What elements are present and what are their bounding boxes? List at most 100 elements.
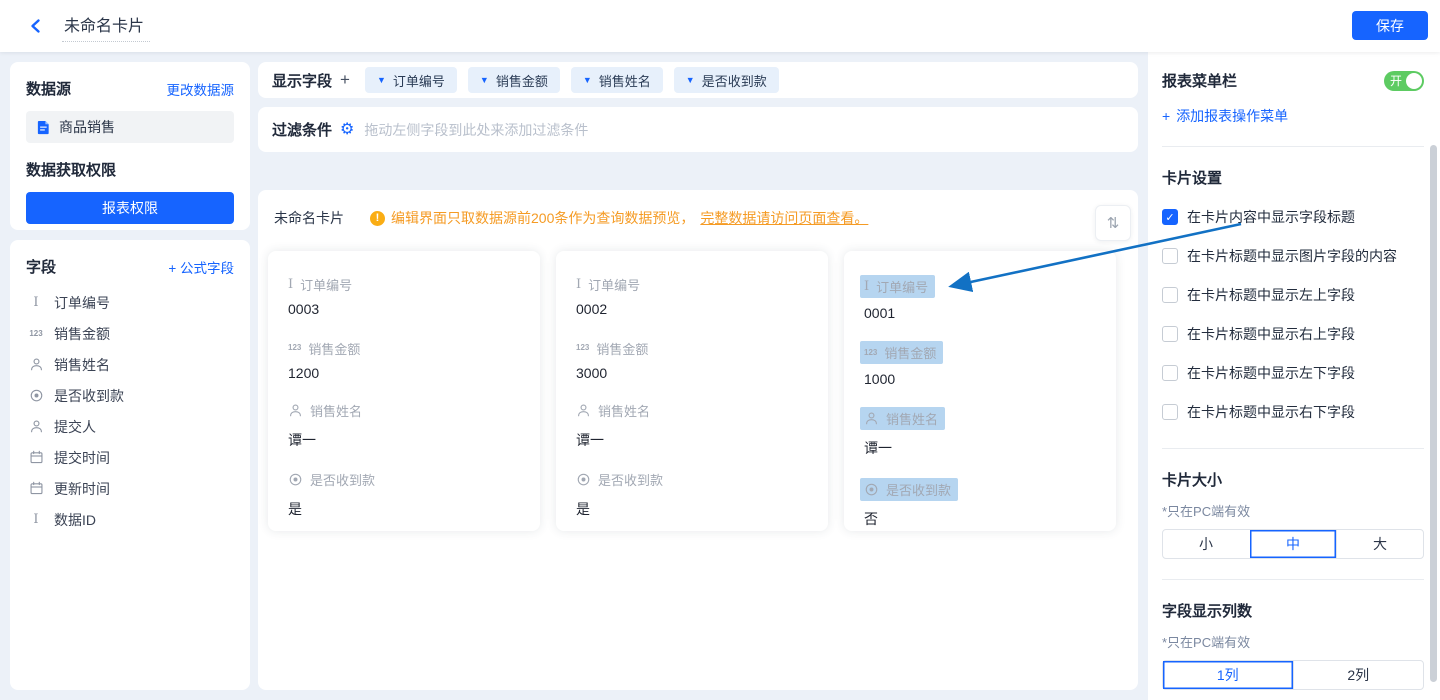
field-label: 销售金额 [54,324,110,344]
card-size-option[interactable]: 小 [1163,530,1249,558]
report-menu-toggle[interactable]: 开 [1384,71,1424,91]
filter-label: 过滤条件 [272,119,332,140]
preview-card[interactable]: I订单编号0002123销售金额3000销售姓名谭一是否收到款是 [556,251,828,531]
change-datasource-link[interactable]: 更改数据源 [167,79,235,99]
scrollbar-thumb[interactable] [1430,145,1437,682]
checked-checkbox-icon[interactable]: ✓ [1162,209,1178,225]
columns-option[interactable]: 1列 [1163,661,1293,689]
checkbox-label: 在卡片标题中显示图片字段的内容 [1187,246,1397,266]
field-list-item[interactable]: 提交人 [26,411,234,442]
field-list-item[interactable]: 销售姓名 [26,349,234,380]
card-field: 销售姓名谭一 [864,407,1096,458]
unchecked-checkbox-icon[interactable] [1162,326,1178,342]
page-title: 未命名卡片 [62,10,150,42]
card-field-label: 销售姓名 [860,407,945,430]
card-field-label: 123销售金额 [860,341,943,364]
datasource-item-label: 商品销售 [59,117,115,137]
card-field: 123销售金额1000 [864,341,1096,387]
card-field-value: 谭一 [864,438,1096,458]
field-label: 订单编号 [54,293,110,313]
card-field-label: 是否收到款 [288,470,375,489]
person-icon [29,419,44,434]
warning-link[interactable]: 完整数据请访问页面查看。 [700,208,868,228]
card-setting-checkbox-row[interactable]: ✓ 在卡片内容中显示字段标题 [1162,207,1424,227]
card-field: I订单编号0001 [864,275,1096,321]
columns-title: 字段显示列数 [1162,600,1424,621]
card-size-option[interactable]: 中 [1249,530,1336,558]
card-field-label: 是否收到款 [860,478,958,501]
divider [1162,146,1424,147]
card-field-label: I订单编号 [576,275,640,294]
toggle-on-label: 开 [1390,74,1402,88]
display-field-chip[interactable]: ▼订单编号 [365,67,457,93]
top-bar: 未命名卡片 保存 [0,0,1440,52]
card-preview-panel: 未命名卡片 ! 编辑界面只取数据源前200条作为查询数据预览，完整数据请访问页面… [258,190,1138,690]
checkbox-label: 在卡片内容中显示字段标题 [1187,207,1355,227]
warning-text: 编辑界面只取数据源前200条作为查询数据预览， [391,208,694,228]
filter-placeholder: 拖动左侧字段到此处来添加过滤条件 [364,120,588,140]
columns-note: *只在PC端有效 [1162,632,1424,651]
field-list-item[interactable]: I数据ID [26,504,234,535]
unchecked-checkbox-icon[interactable] [1162,248,1178,264]
card-field-label: 是否收到款 [576,470,663,489]
preview-card-title: 未命名卡片 [274,208,344,228]
number-field-icon: 123 [288,344,301,352]
number-field-icon: 123 [576,344,589,352]
field-list-item[interactable]: 是否收到款 [26,380,234,411]
card-setting-checkbox-row[interactable]: 在卡片标题中显示左上字段 [1162,285,1424,305]
display-field-chip[interactable]: ▼销售姓名 [571,67,663,93]
card-field-value: 是 [576,499,808,519]
filter-bar[interactable]: 过滤条件 ⚙ 拖动左侧字段到此处来添加过滤条件 [258,107,1138,152]
unchecked-checkbox-icon[interactable] [1162,404,1178,420]
report-permission-button[interactable]: 报表权限 [26,192,234,224]
add-display-field-button[interactable]: + [340,70,350,90]
card-field-label: 销售姓名 [288,401,362,420]
unchecked-checkbox-icon[interactable] [1162,287,1178,303]
person-icon [576,403,591,418]
display-fields-label: 显示字段 [272,70,332,91]
field-list-item[interactable]: I订单编号 [26,287,234,318]
person-icon [864,411,879,426]
chip-label: 是否收到款 [702,71,767,90]
field-list-item[interactable]: 更新时间 [26,473,234,504]
sort-button[interactable]: ⇅ [1095,205,1131,241]
card-field-value: 0001 [864,305,1096,321]
radio-icon [576,472,591,487]
card-field-value: 是 [288,499,520,519]
card-field-value: 1000 [864,371,1096,387]
card-setting-checkbox-row[interactable]: 在卡片标题中显示左下字段 [1162,363,1424,383]
card-field: 销售姓名谭一 [576,401,808,450]
chevron-down-icon: ▼ [377,75,386,85]
datasource-panel: 数据源 更改数据源 商品销售 数据获取权限 报表权限 [10,62,250,230]
card-size-option[interactable]: 大 [1336,530,1423,558]
field-list-item[interactable]: 123销售金额 [26,318,234,349]
back-button[interactable] [26,16,46,36]
save-button[interactable]: 保存 [1352,11,1428,40]
datasource-item[interactable]: 商品销售 [26,111,234,143]
unchecked-checkbox-icon[interactable] [1162,365,1178,381]
columns-option[interactable]: 2列 [1293,661,1424,689]
card-setting-checkbox-row[interactable]: 在卡片标题中显示右上字段 [1162,324,1424,344]
card-field-label: I订单编号 [288,275,352,294]
card-field-label: 123销售金额 [288,339,360,358]
card-setting-checkbox-row[interactable]: 在卡片标题中显示图片字段的内容 [1162,246,1424,266]
card-setting-checkbox-row[interactable]: 在卡片标题中显示右下字段 [1162,402,1424,422]
display-field-chip[interactable]: ▼是否收到款 [674,67,779,93]
field-label: 提交人 [54,417,96,437]
gear-icon[interactable]: ⚙ [340,122,354,138]
add-report-menu-link[interactable]: + 添加报表操作菜单 [1162,106,1424,126]
display-field-chip[interactable]: ▼销售金额 [468,67,560,93]
display-field-chip-list: ▼订单编号▼销售金额▼销售姓名▼是否收到款 [365,67,779,93]
number-field-icon: 123 [864,349,877,357]
chip-label: 销售金额 [496,71,548,90]
checkbox-label: 在卡片标题中显示左下字段 [1187,363,1355,383]
card-field: I订单编号0002 [576,275,808,317]
field-list-item[interactable]: 提交时间 [26,442,234,473]
text-field-icon: I [576,278,581,291]
preview-card[interactable]: I订单编号0003123销售金额1200销售姓名谭一是否收到款是 [268,251,540,531]
card-field-value: 谭一 [288,430,520,450]
chip-label: 销售姓名 [599,71,651,90]
preview-card[interactable]: I订单编号0001123销售金额1000销售姓名谭一是否收到款否 [844,251,1116,531]
add-formula-field-link[interactable]: + 公式字段 [168,257,234,277]
divider [1162,579,1424,580]
